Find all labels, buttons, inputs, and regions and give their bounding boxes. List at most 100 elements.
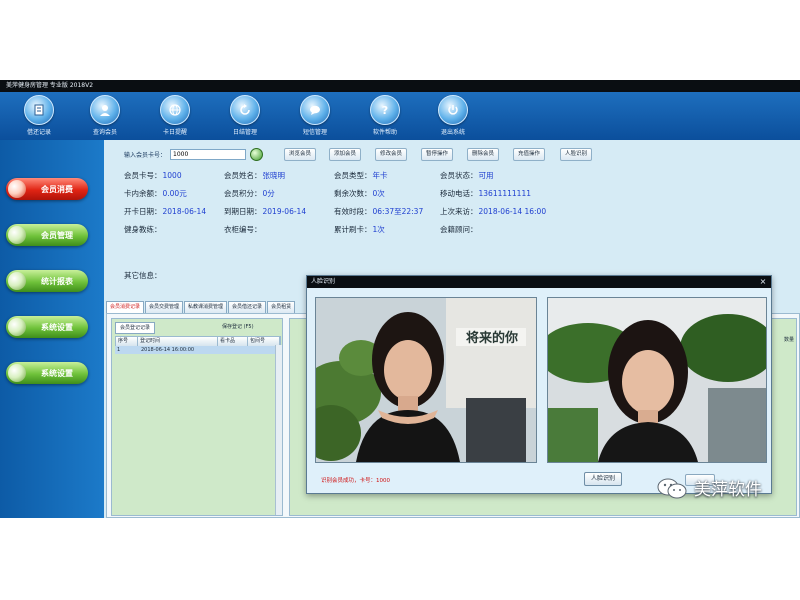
tab-payments[interactable]: 会员交费管理: [145, 301, 184, 313]
registered-photo: 将来的你: [315, 297, 537, 463]
toolbar-label: 借还记录: [26, 129, 51, 136]
column-header[interactable]: 看卡品: [218, 337, 248, 346]
column-header[interactable]: 序号: [116, 337, 138, 346]
toolbar-button-reminder[interactable]: 卡日提醒: [152, 95, 198, 139]
tab-checkin-records[interactable]: 会员登记记录: [115, 322, 156, 334]
search-row: 输入会员卡号：: [124, 147, 264, 161]
info-value: 2018-06-14 16:00: [478, 207, 547, 216]
toolbar-button-sms[interactable]: 短信管理: [292, 95, 338, 139]
info-label: 会员类型：: [334, 171, 372, 180]
tab-consume-records[interactable]: 会员消费记录: [106, 301, 145, 313]
info-label: 剩余次数：: [334, 189, 372, 198]
info-value: 张晓明: [262, 171, 286, 180]
save-checkin-button[interactable]: 保存登记 (F5): [222, 322, 254, 332]
info-label: 会籍顾问：: [440, 225, 478, 234]
book-icon: [34, 104, 44, 116]
toolbar-button-records[interactable]: 借还记录: [16, 95, 62, 139]
other-info-label: 其它信息：: [124, 271, 162, 280]
info-label: 累计刷卡：: [334, 225, 372, 234]
window-title: 美萍健身房管理 专业版 2018V2: [0, 80, 800, 92]
info-value: 1次: [372, 225, 385, 234]
power-icon: [448, 105, 458, 115]
face-recognition-button[interactable]: 人脸识别: [560, 148, 593, 161]
toolbar-label: 卡日提醒: [162, 129, 187, 136]
info-value: 06:37至22:37: [372, 207, 424, 216]
chat-icon: [310, 105, 320, 115]
face-recognize-button[interactable]: 人脸识别: [584, 472, 623, 486]
wechat-icon: [657, 478, 687, 498]
toolbar-button-help[interactable]: ? 软件帮助: [362, 95, 408, 139]
info-label: 移动电话：: [440, 189, 478, 198]
info-value: 13611111111: [478, 189, 532, 198]
refresh-icon: [240, 104, 250, 115]
info-value: 1000: [162, 171, 182, 180]
toolbar-button-exit[interactable]: 退出系统: [430, 95, 476, 139]
info-value: 0次: [372, 189, 385, 198]
browse-member-button[interactable]: 浏览会员: [284, 148, 317, 161]
search-go-button[interactable]: [250, 147, 264, 161]
tab-private-lessons[interactable]: 私教课消费管理: [184, 301, 228, 313]
help-icon: ?: [382, 104, 388, 117]
table-row[interactable]: 1 2018-06-14 16:00:00: [115, 346, 279, 354]
toolbar-label: 日结管理: [232, 129, 257, 136]
info-value: 可用: [478, 171, 494, 180]
table-cell: 1: [117, 347, 121, 353]
toolbar: 借还记录 查询会员 卡日提醒 日结管理 短信管理 ? 软件帮助 退出系统: [0, 92, 800, 140]
orb-icon: [8, 180, 26, 198]
sidebar: 会员消费 会员管理 统计报表 系统设置 系统设置: [0, 140, 104, 518]
toolbar-button-daily[interactable]: 日结管理: [222, 95, 268, 139]
table-cell: 2018-06-14 16:00:00: [141, 347, 195, 353]
orb-icon: [8, 318, 26, 336]
sidebar-item-settings[interactable]: 系统设置: [6, 316, 88, 338]
info-label: 会员姓名：: [224, 171, 262, 180]
info-value: 2019-06-14: [262, 207, 307, 216]
tab-strip: 会员消费记录 会员交费管理 私教课消费管理 会员借还记录 会员租赁: [106, 301, 296, 313]
orb-icon: [8, 226, 26, 244]
camera-photo: [547, 297, 767, 463]
toolbar-label: 软件帮助: [372, 129, 397, 136]
search-label: 输入会员卡号：: [124, 151, 167, 159]
sidebar-item-label: 会员管理: [41, 230, 73, 240]
add-member-button[interactable]: 添加会员: [329, 148, 362, 161]
info-label: 会员状态：: [440, 171, 478, 180]
orb-icon: [8, 272, 26, 290]
sidebar-item-reports[interactable]: 统计报表: [6, 270, 88, 292]
info-label: 健身教练：: [124, 225, 162, 234]
watermark: 美萍软件: [656, 475, 762, 500]
tab-borrow-records[interactable]: 会员借还记录: [228, 301, 267, 313]
card-number-input[interactable]: [170, 148, 247, 160]
sidebar-item-member-consume[interactable]: 会员消费: [6, 178, 88, 200]
svg-text:?: ?: [382, 104, 388, 117]
face-recognition-dialog: 人脸识别 × 将来的你 识别会员成功，卡号：1000 人脸识别: [306, 275, 772, 494]
poster-text: 将来的你: [466, 330, 518, 346]
close-icon[interactable]: ×: [758, 277, 768, 287]
toolbar-label: 查询会员: [92, 129, 117, 136]
edit-member-button[interactable]: 修改会员: [375, 148, 408, 161]
sidebar-item-label: 统计报表: [41, 276, 73, 286]
delete-member-button[interactable]: 删除会员: [467, 148, 500, 161]
column-header[interactable]: 登记时间: [138, 337, 218, 346]
checkin-grid-panel: 会员登记记录 保存登记 (F5) 序号 登记时间 看卡品 包间号 1 2018-…: [111, 318, 283, 516]
recognition-result: 识别会员成功，卡号：1000: [321, 478, 390, 484]
toolbar-button-query[interactable]: 查询会员: [82, 95, 128, 139]
toolbar-label: 短信管理: [302, 129, 327, 136]
watermark-text: 美萍软件: [694, 480, 762, 500]
info-label: 上次来访：: [440, 207, 478, 216]
sidebar-item-member-manage[interactable]: 会员管理: [6, 224, 88, 246]
user-search-icon: [100, 105, 110, 116]
recharge-button[interactable]: 充值操作: [513, 148, 546, 161]
globe-icon: [169, 104, 181, 116]
info-label: 会员积分：: [224, 189, 262, 198]
info-label: 有效时段：: [334, 207, 372, 216]
vertical-scrollbar[interactable]: [275, 345, 282, 515]
tab-rental[interactable]: 会员租赁: [267, 301, 296, 313]
dialog-title-text: 人脸识别: [311, 278, 336, 285]
orb-icon: [8, 364, 26, 382]
column-header[interactable]: 数量: [784, 336, 794, 343]
toolbar-label: 退出系统: [440, 129, 465, 136]
info-value: 0分: [262, 189, 275, 198]
info-value: 0.00元: [162, 189, 187, 198]
sidebar-item-label: 系统设置: [41, 322, 73, 332]
pause-button[interactable]: 暂停操作: [421, 148, 454, 161]
sidebar-item-system[interactable]: 系统设置: [6, 362, 88, 384]
